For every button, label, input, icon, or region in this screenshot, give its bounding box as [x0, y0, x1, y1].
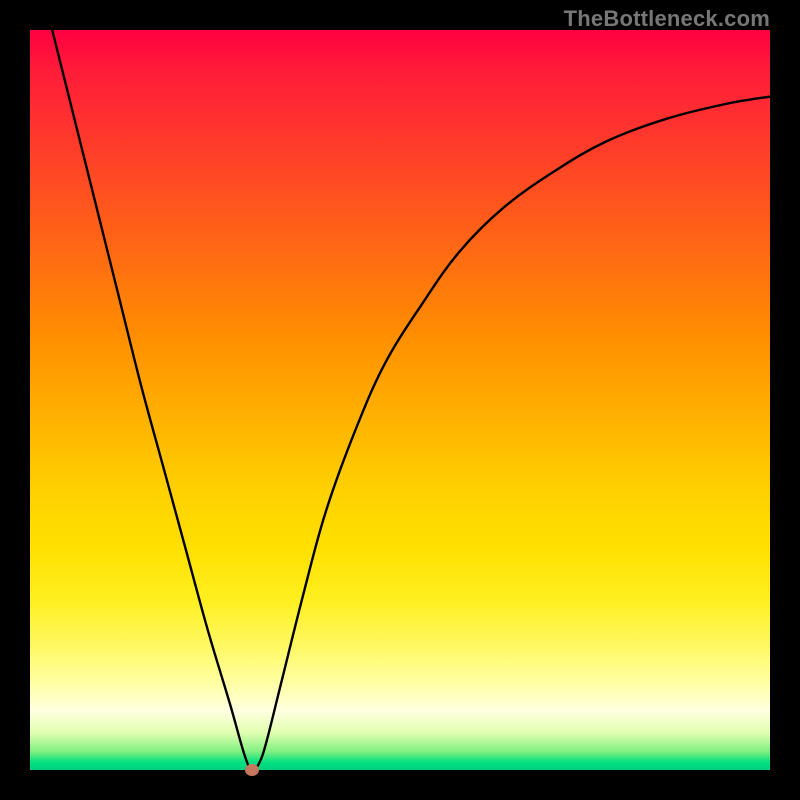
curve-svg [30, 30, 770, 770]
optimal-point-marker [245, 764, 259, 776]
watermark-label: TheBottleneck.com [564, 6, 770, 32]
plot-area [30, 30, 770, 770]
chart-container: TheBottleneck.com [0, 0, 800, 800]
bottleneck-curve [52, 30, 770, 770]
